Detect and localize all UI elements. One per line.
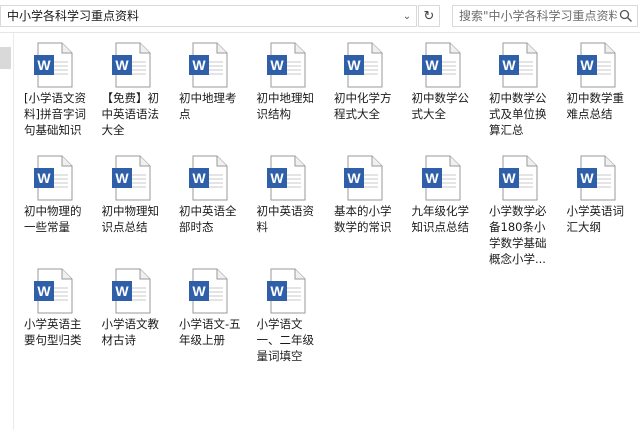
word-document-icon: W <box>266 268 305 314</box>
word-document-icon: W <box>421 42 460 88</box>
svg-text:W: W <box>37 283 51 299</box>
file-name: 初中地理考点 <box>179 91 237 121</box>
word-document-icon: W <box>34 268 73 314</box>
svg-text:W: W <box>270 283 284 299</box>
file-item-12[interactable]: W 初中英语资料 <box>251 151 323 261</box>
file-item-13[interactable]: W 基本的小学数学的常识 <box>328 151 400 261</box>
word-document-icon: W <box>111 268 150 314</box>
file-item-1[interactable]: W [小学语文资料]拼音字词句基础知识 <box>18 38 90 148</box>
svg-text:W: W <box>270 57 284 73</box>
svg-text:W: W <box>115 170 129 186</box>
chevron-down-icon[interactable]: ⌄ <box>398 6 416 26</box>
file-name: 小学语文一、二年级量词填空 <box>256 317 315 363</box>
file-item-19[interactable]: W 小学语文-五年级上册 <box>173 264 245 374</box>
file-item-16[interactable]: W 小学英语词汇大纲 <box>561 151 633 261</box>
svg-text:W: W <box>270 170 284 186</box>
refresh-button[interactable]: ↻ <box>418 5 440 27</box>
word-document-icon: W <box>189 155 228 201</box>
file-item-2[interactable]: W 【免费】初中英语语法大全 <box>96 38 168 148</box>
svg-text:W: W <box>425 170 439 186</box>
file-item-5[interactable]: W 初中化学方程式大全 <box>328 38 400 148</box>
address-bar[interactable]: 中小学各科学习重点资料 ⌄ <box>0 5 417 27</box>
file-name: 初中数学公式大全 <box>411 91 470 121</box>
word-document-icon: W <box>266 42 305 88</box>
svg-text:W: W <box>115 283 129 299</box>
file-item-3[interactable]: W 初中地理考点 <box>173 38 245 148</box>
svg-text:W: W <box>192 283 206 299</box>
word-document-icon: W <box>189 268 228 314</box>
file-name: 基本的小学数学的常识 <box>334 204 392 234</box>
word-document-icon: W <box>111 155 150 201</box>
word-document-icon: W <box>34 42 73 88</box>
file-item-9[interactable]: W 初中物理的一些常量 <box>18 151 90 261</box>
svg-text:W: W <box>347 170 361 186</box>
svg-text:W: W <box>347 57 361 73</box>
file-name: 初中英语全部时态 <box>179 204 237 234</box>
word-document-icon: W <box>266 155 305 201</box>
svg-text:W: W <box>425 57 439 73</box>
file-name: 【免费】初中英语语法大全 <box>101 91 160 137</box>
search-input[interactable]: 搜索"中小学各科学习重点资料" <box>459 8 617 24</box>
file-item-14[interactable]: W 九年级化学知识点总结 <box>406 151 478 261</box>
svg-text:W: W <box>192 170 206 186</box>
file-name: 小学英语词汇大纲 <box>566 204 625 234</box>
file-item-8[interactable]: W 初中数学重难点总结 <box>561 38 633 148</box>
svg-text:W: W <box>580 57 594 73</box>
toolbar: 中小学各科学习重点资料 ⌄ ↻ 搜索"中小学各科学习重点资料" <box>0 0 640 33</box>
navigation-pane <box>0 33 14 430</box>
svg-text:W: W <box>37 57 51 73</box>
word-document-icon: W <box>189 42 228 88</box>
file-name: 小学语文教材古诗 <box>101 317 160 347</box>
file-name: [小学语文资料]拼音字词句基础知识 <box>24 91 86 137</box>
file-item-20[interactable]: W 小学语文一、二年级量词填空 <box>251 264 323 374</box>
file-name: 初中物理的一些常量 <box>24 204 82 234</box>
file-name: 小学英语主要句型归类 <box>24 317 82 347</box>
word-document-icon: W <box>34 155 73 201</box>
file-item-18[interactable]: W 小学语文教材古诗 <box>96 264 168 374</box>
file-grid: W [小学语文资料]拼音字词句基础知识 W 【免费】初中英语语法大全 W 初中地… <box>18 38 640 430</box>
file-name: 初中地理知识结构 <box>256 91 315 121</box>
file-name: 小学语文-五年级上册 <box>179 317 241 347</box>
svg-text:W: W <box>502 57 516 73</box>
word-document-icon: W <box>111 42 150 88</box>
search-box[interactable]: 搜索"中小学各科学习重点资料" <box>452 5 638 27</box>
word-document-icon: W <box>576 42 615 88</box>
file-item-17[interactable]: W 小学英语主要句型归类 <box>18 264 90 374</box>
file-item-4[interactable]: W 初中地理知识结构 <box>251 38 323 148</box>
file-name: 初中数学公式及单位换算汇总 <box>489 91 547 137</box>
file-name: 初中数学重难点总结 <box>566 91 625 121</box>
file-item-11[interactable]: W 初中英语全部时态 <box>173 151 245 261</box>
file-item-6[interactable]: W 初中数学公式大全 <box>406 38 478 148</box>
word-document-icon: W <box>344 155 383 201</box>
word-document-icon: W <box>421 155 460 201</box>
nav-selected-item[interactable] <box>0 47 11 69</box>
file-item-7[interactable]: W 初中数学公式及单位换算汇总 <box>483 38 555 148</box>
file-name: 小学数学必备180条小学数学基础概念小学... <box>489 204 547 266</box>
file-item-10[interactable]: W 初中物理知识点总结 <box>96 151 168 261</box>
file-name: 九年级化学知识点总结 <box>411 204 470 234</box>
word-document-icon: W <box>576 155 615 201</box>
address-path: 中小学各科学习重点资料 <box>7 9 140 23</box>
svg-text:W: W <box>502 170 516 186</box>
file-name: 初中物理知识点总结 <box>101 204 160 234</box>
file-name: 初中化学方程式大全 <box>334 91 392 121</box>
svg-text:W: W <box>580 170 594 186</box>
word-document-icon: W <box>499 42 538 88</box>
file-item-15[interactable]: W 小学数学必备180条小学数学基础概念小学... <box>483 151 555 266</box>
svg-text:W: W <box>37 170 51 186</box>
search-icon[interactable] <box>619 9 633 23</box>
svg-text:W: W <box>115 57 129 73</box>
svg-text:W: W <box>192 57 206 73</box>
word-document-icon: W <box>499 155 538 201</box>
refresh-icon: ↻ <box>423 8 435 24</box>
word-document-icon: W <box>344 42 383 88</box>
file-name: 初中英语资料 <box>256 204 315 234</box>
